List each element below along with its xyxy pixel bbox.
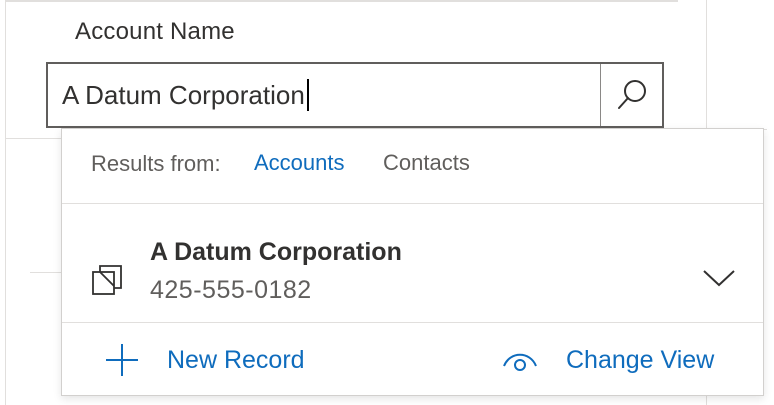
tab-contacts[interactable]: Contacts — [383, 150, 470, 176]
change-view-label: Change View — [566, 345, 715, 374]
new-record-button[interactable]: New Record — [105, 323, 305, 397]
results-filter-bar: Results from: Accounts Contacts — [62, 129, 763, 204]
chevron-down-icon[interactable] — [702, 268, 736, 288]
account-icon — [92, 265, 122, 295]
change-view-button[interactable]: Change View — [502, 323, 714, 397]
search-icon — [617, 80, 646, 109]
search-button[interactable] — [600, 64, 662, 126]
new-record-label: New Record — [167, 345, 305, 374]
panel-left-border — [5, 0, 6, 405]
background-divider — [30, 272, 61, 273]
panel-top-border — [5, 0, 678, 2]
lookup-actions: New Record Change View — [62, 323, 763, 397]
background-divider — [5, 138, 61, 139]
eye-icon — [503, 353, 537, 371]
account-name-input[interactable]: A Datum Corporation — [62, 64, 602, 126]
account-name-lookup[interactable]: A Datum Corporation — [46, 62, 664, 128]
plus-icon — [106, 344, 138, 376]
lookup-results-flyout: Results from: Accounts Contacts A Datum … — [61, 128, 764, 396]
text-caret — [306, 79, 309, 111]
account-name-value: A Datum Corporation — [62, 79, 305, 110]
record-name: A Datum Corporation — [150, 238, 402, 266]
list-item[interactable]: A Datum Corporation 425-555-0182 — [62, 204, 763, 323]
results-from-label: Results from: — [91, 151, 221, 176]
account-name-label: Account Name — [75, 18, 235, 45]
tab-accounts[interactable]: Accounts — [254, 150, 345, 176]
record-phone: 425-555-0182 — [150, 276, 312, 304]
